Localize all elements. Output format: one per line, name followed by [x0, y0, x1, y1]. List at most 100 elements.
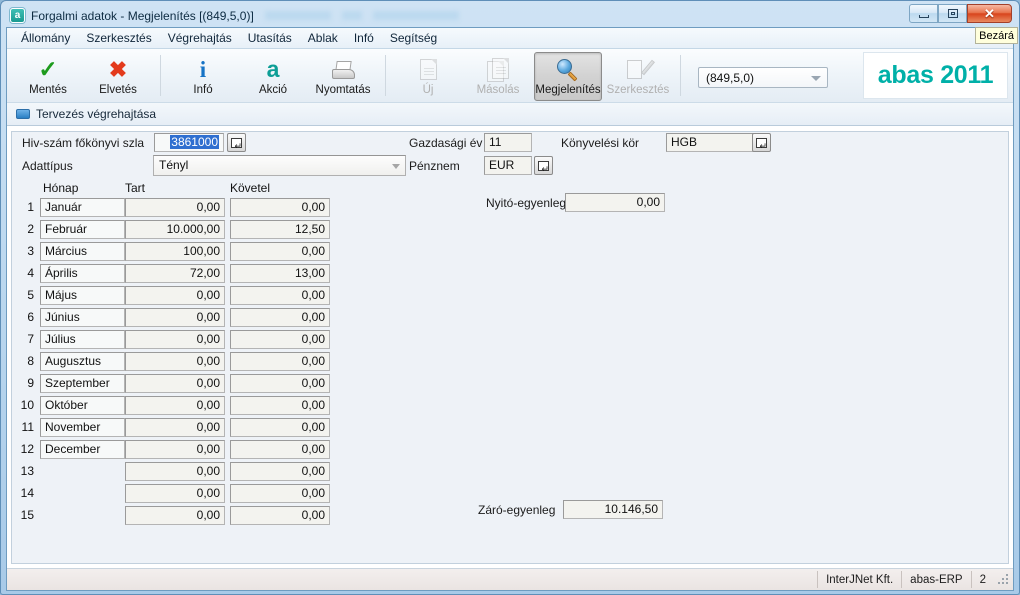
- menu-item-utasitas[interactable]: Utasítás: [240, 29, 300, 48]
- maximize-button[interactable]: [938, 4, 967, 23]
- ledger-input[interactable]: HGB: [666, 133, 757, 152]
- debit-input[interactable]: 0,00: [125, 352, 225, 371]
- month-input[interactable]: December: [40, 440, 125, 459]
- debit-input[interactable]: 0,00: [125, 484, 225, 503]
- fiscal-year-label: Gazdasági év: [409, 136, 483, 150]
- menu-item-info[interactable]: Infó: [346, 29, 382, 48]
- toolbar-button-label: Szerkesztés: [606, 84, 670, 96]
- credit-input[interactable]: 0,00: [230, 440, 330, 459]
- row-number: 10: [20, 398, 34, 412]
- new-doc-icon: [419, 56, 437, 83]
- debit-input[interactable]: 0,00: [125, 308, 225, 327]
- title-bar[interactable]: a Forgalmi adatok - Megjelenítés [(849,5…: [6, 4, 1014, 26]
- debit-input[interactable]: 0,00: [125, 374, 225, 393]
- currency-picker-button[interactable]: [534, 156, 553, 175]
- menu-item-szerkesztes[interactable]: Szerkesztés: [78, 29, 159, 48]
- toolbar-button-mentes[interactable]: ✓ Mentés: [14, 52, 82, 101]
- debit-input[interactable]: 0,00: [125, 440, 225, 459]
- fiscal-year-input[interactable]: 11: [484, 133, 532, 152]
- toolbar-button-szerkesztes[interactable]: Szerkesztés: [604, 52, 672, 101]
- toolbar-button-elvetes[interactable]: ✖ Elvetés: [84, 52, 152, 101]
- magnifier-icon: [557, 56, 579, 83]
- credit-input[interactable]: 0,00: [230, 330, 330, 349]
- credit-input[interactable]: 13,00: [230, 264, 330, 283]
- month-input[interactable]: Június: [40, 308, 125, 327]
- opening-balance-label: Nyitó-egyenleg: [486, 196, 567, 210]
- toolbar-button-masolas[interactable]: Másolás: [464, 52, 532, 101]
- month-input[interactable]: Március: [40, 242, 125, 261]
- debit-input[interactable]: 0,00: [125, 418, 225, 437]
- toolbar-button-uj[interactable]: Új: [394, 52, 462, 101]
- credit-input[interactable]: 0,00: [230, 198, 330, 217]
- column-header-month: Hónap: [43, 181, 79, 195]
- debit-input[interactable]: 0,00: [125, 506, 225, 525]
- credit-input[interactable]: 0,00: [230, 308, 330, 327]
- toolbar-button-label: Megjelenítés: [535, 84, 601, 96]
- credit-input[interactable]: 0,00: [230, 242, 330, 261]
- datatype-label: Adattípus: [22, 159, 73, 173]
- credit-input[interactable]: 12,50: [230, 220, 330, 239]
- account-input[interactable]: 3861000: [154, 133, 224, 152]
- row-number: 7: [27, 332, 34, 346]
- ledger-picker-button[interactable]: [752, 133, 771, 152]
- debit-input[interactable]: 0,00: [125, 286, 225, 305]
- debit-input[interactable]: 10.000,00: [125, 220, 225, 239]
- credit-input[interactable]: 0,00: [230, 374, 330, 393]
- month-input[interactable]: Január: [40, 198, 125, 217]
- menu-item-segitseg[interactable]: Segítség: [382, 29, 445, 48]
- menu-item-vegrehajtas[interactable]: Végrehajtás: [160, 29, 240, 48]
- month-input[interactable]: Augusztus: [40, 352, 125, 371]
- debit-input[interactable]: 0,00: [125, 330, 225, 349]
- debit-input[interactable]: 72,00: [125, 264, 225, 283]
- menu-item-allomany[interactable]: Állomány: [13, 29, 78, 48]
- month-input[interactable]: Április: [40, 264, 125, 283]
- credit-input[interactable]: 0,00: [230, 286, 330, 305]
- chevron-down-icon: [811, 76, 821, 81]
- toolbar-button-label: Új: [422, 84, 434, 96]
- toolbar-button-info[interactable]: i Infó: [169, 52, 237, 101]
- toolbar-separator: [160, 55, 161, 96]
- credit-input[interactable]: 0,00: [230, 418, 330, 437]
- close-button[interactable]: ✕: [967, 4, 1012, 23]
- record-id-combo[interactable]: (849,5,0): [698, 67, 828, 88]
- menu-bar: Állomány Szerkesztés Végrehajtás Utasítá…: [7, 28, 1013, 49]
- toolbar-button-label: Nyomtatás: [315, 84, 371, 96]
- maximize-icon: [947, 9, 958, 18]
- month-input[interactable]: Október: [40, 396, 125, 415]
- month-input[interactable]: November: [40, 418, 125, 437]
- window-title: Forgalmi adatok - Megjelenítés [(849,5,0…: [31, 8, 254, 23]
- row-number: 15: [20, 508, 34, 522]
- row-number: 8: [27, 354, 34, 368]
- menu-item-ablak[interactable]: Ablak: [300, 29, 346, 48]
- close-tooltip: Bezárá: [975, 27, 1018, 44]
- account-picker-button[interactable]: [227, 133, 246, 152]
- row-number: 5: [27, 288, 34, 302]
- toolbar-button-nyomtatas[interactable]: Nyomtatás: [309, 52, 377, 101]
- copy-icon: [487, 56, 509, 83]
- credit-input[interactable]: 0,00: [230, 506, 330, 525]
- minimize-button[interactable]: [909, 4, 938, 23]
- toolbar-button-akcio[interactable]: a Akció: [239, 52, 307, 101]
- datatype-value: Tényl: [159, 158, 189, 172]
- row-number: 9: [27, 376, 34, 390]
- toolbar-button-megjelenites[interactable]: Megjelenítés: [534, 52, 602, 101]
- credit-input[interactable]: 0,00: [230, 462, 330, 481]
- month-input[interactable]: Május: [40, 286, 125, 305]
- debit-input[interactable]: 0,00: [125, 462, 225, 481]
- resize-grip[interactable]: [997, 573, 1011, 587]
- debit-input[interactable]: 0,00: [125, 396, 225, 415]
- currency-input[interactable]: EUR: [484, 156, 532, 175]
- status-product: abas-ERP: [901, 571, 970, 588]
- debit-input[interactable]: 100,00: [125, 242, 225, 261]
- credit-input[interactable]: 0,00: [230, 352, 330, 371]
- credit-input[interactable]: 0,00: [230, 396, 330, 415]
- month-input[interactable]: Július: [40, 330, 125, 349]
- credit-input[interactable]: 0,00: [230, 484, 330, 503]
- debit-input[interactable]: 0,00: [125, 198, 225, 217]
- month-input[interactable]: Szeptember: [40, 374, 125, 393]
- status-company: InterJNet Kft.: [817, 571, 901, 588]
- sub-toolbar-label: Tervezés végrehajtása: [36, 107, 157, 121]
- chevron-down-icon: [392, 164, 400, 169]
- datatype-dropdown[interactable]: Tényl: [153, 155, 406, 176]
- month-input[interactable]: Február: [40, 220, 125, 239]
